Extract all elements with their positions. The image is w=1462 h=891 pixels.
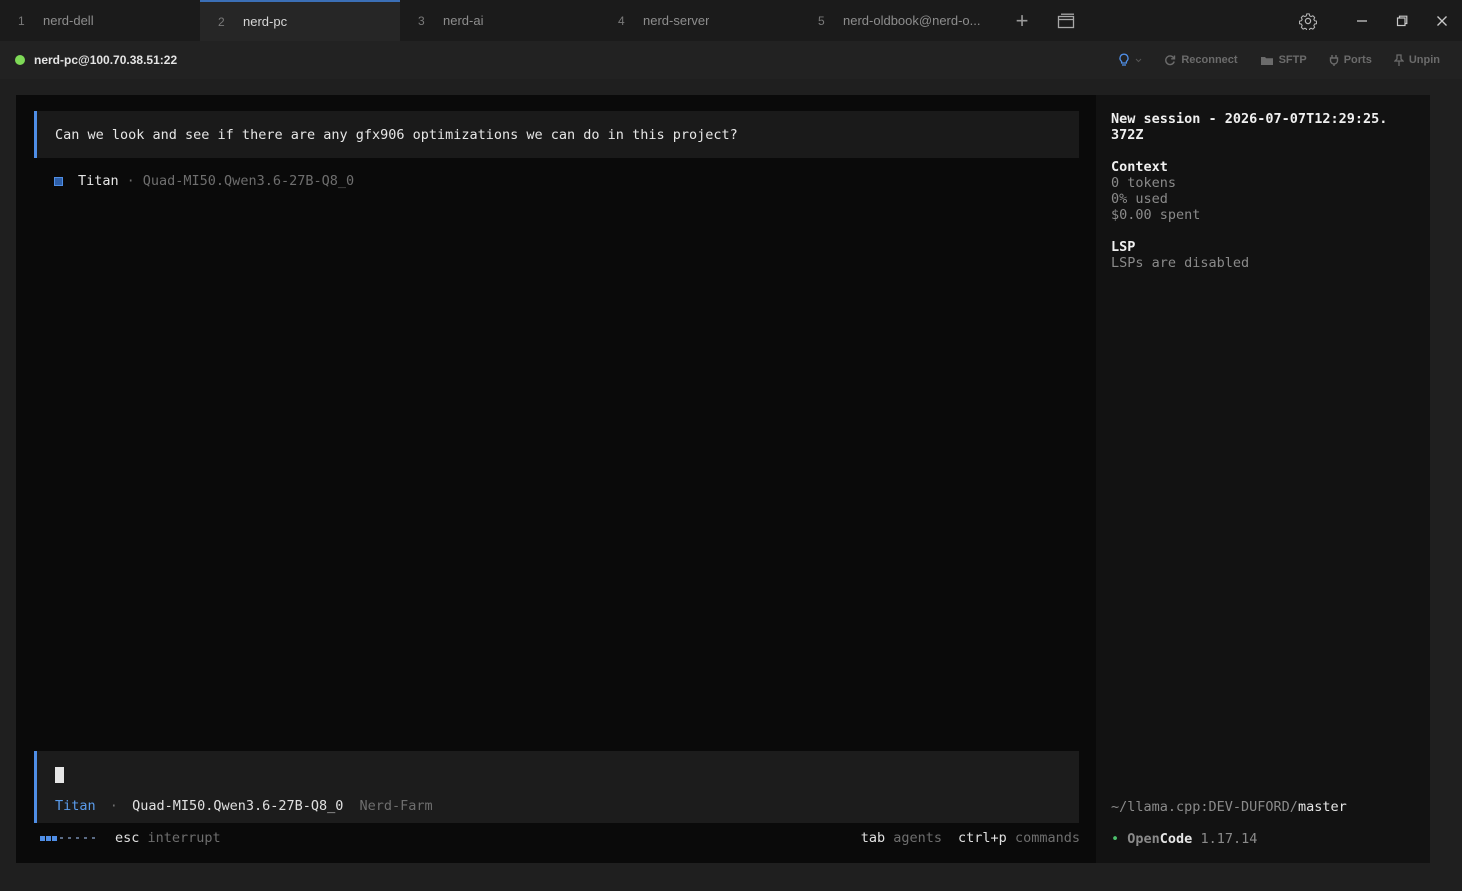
tab-number: 3 bbox=[418, 13, 425, 28]
new-tab-button[interactable]: + bbox=[1000, 0, 1044, 41]
lsp-status: LSPs are disabled bbox=[1111, 255, 1250, 271]
keybind-hints: esc interrupt tab agents ctrl+p commands bbox=[40, 830, 1080, 846]
separator-dot: · bbox=[109, 798, 118, 814]
unpin-button[interactable]: Unpin bbox=[1393, 54, 1440, 66]
maximize-button[interactable] bbox=[1382, 0, 1422, 41]
tab-label: nerd-ai bbox=[443, 13, 484, 28]
minimize-icon bbox=[1357, 19, 1367, 22]
tab-number: 4 bbox=[618, 13, 625, 28]
close-button[interactable] bbox=[1422, 0, 1462, 41]
plug-icon bbox=[1329, 55, 1338, 66]
refresh-icon bbox=[1165, 55, 1176, 66]
connection-actions: Reconnect SFTP Ports Unpin bbox=[1118, 41, 1440, 79]
tab-nerd-oldbook[interactable]: 5 nerd-oldbook@nerd-o... bbox=[800, 0, 1000, 41]
unpin-label: Unpin bbox=[1408, 54, 1440, 66]
tab-label: nerd-dell bbox=[43, 13, 94, 28]
tab-overview-button[interactable] bbox=[1044, 0, 1088, 41]
tab-number: 5 bbox=[818, 13, 825, 28]
tab-number: 2 bbox=[218, 14, 225, 29]
connection-host: nerd-pc@100.70.38.51:22 bbox=[34, 53, 178, 67]
close-icon bbox=[1437, 15, 1447, 26]
loading-spinner bbox=[40, 835, 97, 841]
tab-label: nerd-oldbook@nerd-o... bbox=[843, 13, 981, 28]
chevron-down-icon bbox=[1135, 58, 1142, 62]
session-sidebar: New session - 2026-07-07T12:29:25. 372Z … bbox=[1096, 95, 1430, 863]
tab-nerd-pc[interactable]: 2 nerd-pc bbox=[200, 0, 400, 41]
status-bullet: • bbox=[1111, 831, 1120, 847]
lsp-section: LSP LSPs are disabled bbox=[1111, 239, 1250, 271]
hint-esc: esc interrupt bbox=[115, 830, 221, 846]
tab-nerd-server[interactable]: 4 nerd-server bbox=[600, 0, 800, 41]
tab-number: 1 bbox=[18, 13, 25, 28]
gear-icon bbox=[1299, 12, 1317, 30]
selected-model[interactable]: Quad-MI50.Qwen3.6-27B-Q8_0 bbox=[132, 798, 343, 814]
session-title: New session - 2026-07-07T12:29:25. 372Z bbox=[1111, 111, 1388, 143]
app-version: • OpenCode 1.17.14 bbox=[1111, 831, 1258, 847]
agent-square-icon bbox=[54, 176, 63, 186]
sftp-label: SFTP bbox=[1278, 54, 1307, 66]
reconnect-label: Reconnect bbox=[1181, 54, 1238, 66]
hint-button[interactable] bbox=[1118, 53, 1142, 67]
windows-icon bbox=[1057, 13, 1075, 28]
prompt-input[interactable]: Titan · Quad-MI50.Qwen3.6-27B-Q8_0 Nerd-… bbox=[34, 751, 1079, 823]
tab-nerd-dell[interactable]: 1 nerd-dell bbox=[0, 0, 200, 41]
ports-label: Ports bbox=[1343, 54, 1372, 66]
tab-label: nerd-pc bbox=[243, 14, 288, 29]
version-number: 1.17.14 bbox=[1200, 831, 1258, 847]
tab-label: nerd-server bbox=[643, 13, 710, 28]
tab-nerd-ai[interactable]: 3 nerd-ai bbox=[400, 0, 600, 41]
terminal-pane[interactable]: Can we look and see if there are any gfx… bbox=[16, 95, 1096, 863]
restore-icon bbox=[1396, 15, 1408, 26]
ports-button[interactable]: Ports bbox=[1329, 54, 1372, 66]
reconnect-button[interactable]: Reconnect bbox=[1164, 54, 1238, 66]
minimize-button[interactable] bbox=[1342, 0, 1382, 41]
token-count: 0 tokens bbox=[1111, 175, 1177, 191]
agent-response-header: Titan · Quad-MI50.Qwen3.6-27B-Q8_0 bbox=[54, 173, 354, 189]
connection-bar: nerd-pc@100.70.38.51:22 Reconnect SFTP P… bbox=[0, 41, 1462, 79]
separator-dot: · bbox=[126, 173, 135, 189]
pin-icon bbox=[1393, 54, 1404, 66]
text-cursor bbox=[55, 767, 64, 783]
provider-name: Nerd-Farm bbox=[359, 798, 433, 814]
sftp-button[interactable]: SFTP bbox=[1260, 54, 1307, 66]
hint-tab: tab agents bbox=[860, 830, 943, 846]
agent-model: Quad-MI50.Qwen3.6-27B-Q8_0 bbox=[142, 173, 355, 189]
working-directory: ~/llama.cpp:DEV-DUFORD/master bbox=[1111, 799, 1347, 815]
selected-agent[interactable]: Titan bbox=[55, 798, 96, 814]
hint-commands: ctrl+p commands bbox=[958, 830, 1080, 846]
agent-name: Titan bbox=[78, 173, 119, 189]
plus-icon: + bbox=[1015, 7, 1029, 33]
user-message-text: Can we look and see if there are any gfx… bbox=[55, 126, 738, 143]
user-message: Can we look and see if there are any gfx… bbox=[34, 111, 1079, 158]
git-branch: master bbox=[1297, 799, 1347, 815]
cost-spent: $0.00 spent bbox=[1111, 207, 1201, 223]
context-section: Context 0 tokens 0% used $0.00 spent bbox=[1111, 159, 1201, 223]
settings-button[interactable] bbox=[1288, 0, 1328, 41]
connection-status-indicator bbox=[15, 55, 25, 65]
folder-icon bbox=[1260, 56, 1273, 65]
lightbulb-icon bbox=[1119, 53, 1129, 66]
tab-bar: 1 nerd-dell 2 nerd-pc 3 nerd-ai 4 nerd-s… bbox=[0, 0, 1462, 41]
context-used: 0% used bbox=[1111, 191, 1168, 207]
prompt-meta: Titan · Quad-MI50.Qwen3.6-27B-Q8_0 Nerd-… bbox=[55, 798, 433, 814]
